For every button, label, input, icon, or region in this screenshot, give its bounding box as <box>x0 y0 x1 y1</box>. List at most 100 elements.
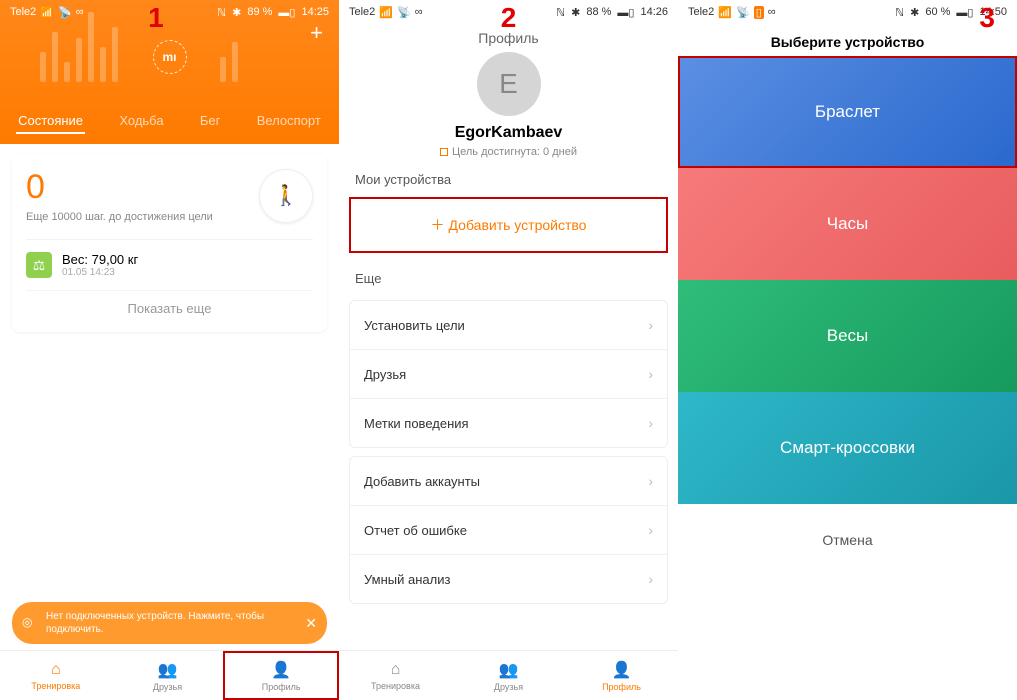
profile-header: Профиль E EgorKambaev Цель достигнута: 0… <box>339 24 678 158</box>
link-icon: ∞ <box>415 6 423 18</box>
battery-icon: ▬▯ <box>278 6 295 19</box>
nav-label: Тренировка <box>371 681 420 691</box>
signal-icon: 📶 <box>379 6 393 19</box>
battery-icon: ▬▯ <box>617 6 634 19</box>
close-icon[interactable]: ✕ <box>305 614 317 632</box>
steps-count: 0 <box>26 168 213 207</box>
list-item-smart[interactable]: Умный анализ› <box>350 555 667 603</box>
home-icon: ⌂ <box>51 661 61 679</box>
home-icon: ⌂ <box>391 661 401 679</box>
carrier-label: Tele2 <box>349 6 375 18</box>
clock-label: 14:25 <box>301 6 329 18</box>
nav-label: Профиль <box>262 682 301 692</box>
wifi-icon: 📡 <box>58 6 72 19</box>
link-icon: ∞ <box>76 6 84 18</box>
device-tile-shoes[interactable]: Смарт-кроссовки <box>678 392 1017 504</box>
list-item-friends[interactable]: Друзья› <box>350 350 667 399</box>
step-number: 3 <box>979 2 995 34</box>
nav-friends[interactable]: 👥 Друзья <box>112 651 224 700</box>
list-item-accounts[interactable]: Добавить аккаунты› <box>350 457 667 506</box>
nav-profile[interactable]: 👤 Профиль <box>223 651 339 700</box>
settings-list-2: Добавить аккаунты› Отчет об ошибке› Умны… <box>349 456 668 604</box>
home-header: Tele2 📶 📡 ∞ ℕ ✱ 89 % ▬▯ 14:25 + mı Состо… <box>0 0 339 144</box>
chevron-right-icon: › <box>648 415 653 431</box>
wifi-icon: 📡 <box>736 6 750 19</box>
device-tile-bracelet[interactable]: Браслет <box>678 56 1017 168</box>
list-item-report[interactable]: Отчет об ошибке› <box>350 506 667 555</box>
list-item-goals[interactable]: Установить цели› <box>350 301 667 350</box>
phone-screen-1: 1 Tele2 📶 📡 ∞ ℕ ✱ 89 % ▬▯ 14:25 + mı <box>0 0 339 700</box>
nav-label: Профиль <box>602 682 641 692</box>
nav-friends[interactable]: 👥 Друзья <box>452 651 565 700</box>
nav-training[interactable]: ⌂ Тренировка <box>339 651 452 700</box>
device-tile-watch[interactable]: Часы <box>678 168 1017 280</box>
add-device-label: Добавить устройство <box>449 217 587 233</box>
nav-label: Друзья <box>153 682 182 692</box>
list-item-tags[interactable]: Метки поведения› <box>350 399 667 447</box>
show-more-button[interactable]: Показать еще <box>26 290 313 318</box>
carrier-label: Tele2 <box>10 6 36 18</box>
bluetooth-icon: ✱ <box>571 6 580 19</box>
walk-icon[interactable]: 🚶 <box>259 169 313 223</box>
tab-run[interactable]: Бег <box>198 109 223 134</box>
no-device-toast[interactable]: ◎ Нет подключенных устройств. Нажмите, ч… <box>12 602 327 644</box>
phone-screen-3: 3 Tele2 📶 📡 ▯ ∞ ℕ ✱ 60 % ▬▯ 14:50 Выбери… <box>678 0 1017 700</box>
weight-date: 01.05 14:23 <box>62 267 138 278</box>
chevron-right-icon: › <box>648 317 653 333</box>
phone-screen-2: 2 Tele2 📶 📡 ∞ ℕ ✱ 88 % ▬▯ 14:26 Профиль … <box>339 0 678 700</box>
steps-goal-label: Еще 10000 шаг. до достижения цели <box>26 211 213 223</box>
page-title: Выберите устройство <box>678 24 1017 56</box>
link-icon: ∞ <box>768 6 776 18</box>
device-tile-scale[interactable]: Весы <box>678 280 1017 392</box>
battery-icon: ▬▯ <box>956 6 973 19</box>
nav-label: Тренировка <box>31 681 80 691</box>
username: EgorKambaev <box>339 124 678 142</box>
signal-icon: 📶 <box>40 6 54 19</box>
toast-text: Нет подключенных устройств. Нажмите, что… <box>46 610 297 636</box>
nfc-icon: ℕ <box>895 6 904 19</box>
chevron-right-icon: › <box>648 366 653 382</box>
nav-training[interactable]: ⌂ Тренировка <box>0 651 112 700</box>
profile-icon: 👤 <box>271 660 291 680</box>
tab-bike[interactable]: Велоспорт <box>255 109 323 134</box>
mi-logo: mı <box>153 40 187 74</box>
activity-tabs: Состояние Ходьба Бег Велоспорт <box>0 109 339 134</box>
wifi-icon: 📡 <box>397 6 411 19</box>
weight-label: Вес: 79,00 кг <box>62 252 138 267</box>
clock-label: 14:26 <box>640 6 668 18</box>
my-devices-label: Мои устройства <box>339 158 678 193</box>
sim-icon: ▯ <box>754 6 764 19</box>
nav-profile[interactable]: 👤 Профиль <box>565 651 678 700</box>
chevron-right-icon: › <box>648 473 653 489</box>
more-label: Еще <box>339 257 678 292</box>
step-number: 1 <box>148 2 164 34</box>
profile-icon: 👤 <box>612 660 632 680</box>
signal-icon: 📶 <box>718 6 732 19</box>
friends-icon: 👥 <box>158 660 178 680</box>
nfc-icon: ℕ <box>556 6 565 19</box>
tab-status[interactable]: Состояние <box>16 109 85 134</box>
nfc-icon: ℕ <box>217 6 226 19</box>
step-number: 2 <box>501 2 517 34</box>
nav-label: Друзья <box>494 682 523 692</box>
plus-icon: ＋ <box>431 215 445 235</box>
bottom-nav: ⌂ Тренировка 👥 Друзья 👤 Профиль <box>339 650 678 700</box>
scale-icon: ⚖ <box>26 252 52 278</box>
steps-card: 0 Еще 10000 шаг. до достижения цели 🚶 ⚖ … <box>12 154 327 332</box>
goal-label: Цель достигнута: 0 дней <box>339 146 678 158</box>
bluetooth-icon: ✱ <box>910 6 919 19</box>
settings-list-1: Установить цели› Друзья› Метки поведения… <box>349 300 668 448</box>
friends-icon: 👥 <box>499 660 519 680</box>
battery-label: 89 % <box>247 6 272 18</box>
cancel-button[interactable]: Отмена <box>678 504 1017 576</box>
bluetooth-icon: ✱ <box>232 6 241 19</box>
broadcast-icon: ◎ <box>22 615 32 631</box>
goal-icon <box>440 148 448 156</box>
status-bar: Tele2 📶 📡 ∞ ℕ ✱ 89 % ▬▯ 14:25 <box>0 0 339 24</box>
add-device-button[interactable]: ＋ Добавить устройство <box>349 197 668 253</box>
carrier-label: Tele2 <box>688 6 714 18</box>
battery-label: 88 % <box>586 6 611 18</box>
chevron-right-icon: › <box>648 571 653 587</box>
tab-walk[interactable]: Ходьба <box>117 109 165 134</box>
avatar[interactable]: E <box>477 52 541 116</box>
